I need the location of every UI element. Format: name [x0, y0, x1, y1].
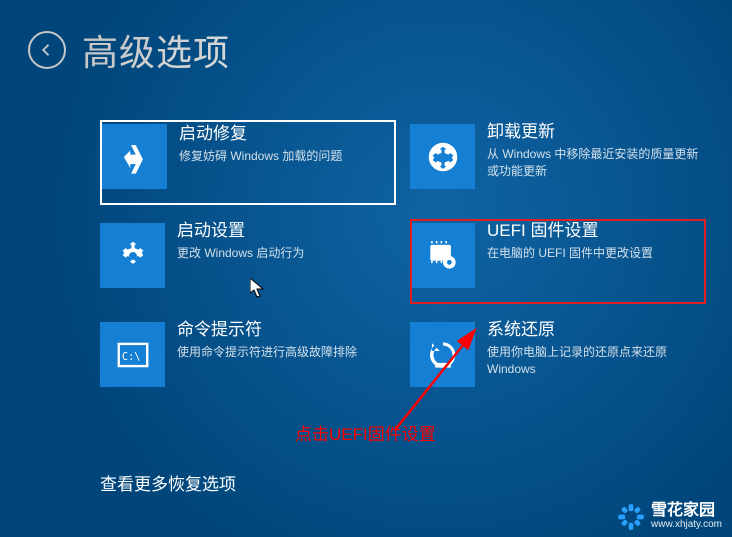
tile-startup-settings[interactable]: 启动设置 更改 Windows 启动行为: [100, 219, 396, 304]
more-options-link[interactable]: 查看更多恢复选项: [100, 470, 236, 495]
tile-title: 卸载更新: [487, 122, 706, 142]
watermark: 雪花家园 www.xhjaty.com: [617, 503, 722, 531]
startup-repair-icon: [102, 124, 167, 189]
command-prompt-icon: C:\: [100, 322, 165, 387]
tile-title: UEFI 固件设置: [487, 221, 706, 241]
tile-desc: 使用你电脑上记录的还原点来还原 Windows: [487, 344, 706, 378]
tile-startup-repair[interactable]: 启动修复 修复妨碍 Windows 加载的问题: [100, 120, 396, 205]
tile-desc: 在电脑的 UEFI 固件中更改设置: [487, 245, 706, 262]
tile-desc: 从 Windows 中移除最近安装的质量更新或功能更新: [487, 146, 706, 180]
tile-desc: 更改 Windows 启动行为: [177, 245, 396, 262]
annotation-text: 点击UEFI固件设置: [295, 420, 436, 445]
tile-desc: 使用命令提示符进行高级故障排除: [177, 344, 396, 361]
options-grid: 启动修复 修复妨碍 Windows 加载的问题 卸载更新 从 Windows 中…: [100, 120, 720, 417]
tile-system-restore[interactable]: 系统还原 使用你电脑上记录的还原点来还原 Windows: [410, 318, 706, 403]
tile-uninstall-updates[interactable]: 卸载更新 从 Windows 中移除最近安装的质量更新或功能更新: [410, 120, 706, 205]
page-title: 高级选项: [82, 24, 230, 76]
tile-title: 系统还原: [487, 320, 706, 340]
tile-desc: 修复妨碍 Windows 加载的问题: [179, 148, 394, 165]
tile-title: 启动设置: [177, 221, 396, 241]
tile-command-prompt[interactable]: C:\ 命令提示符 使用命令提示符进行高级故障排除: [100, 318, 396, 403]
tile-title: 命令提示符: [177, 320, 396, 340]
uninstall-updates-icon: [410, 124, 475, 189]
watermark-logo-icon: [617, 503, 645, 531]
svg-text:C:\: C:\: [121, 350, 140, 362]
watermark-name: 雪花家园: [651, 503, 722, 520]
back-button[interactable]: [28, 31, 66, 69]
tile-uefi-firmware[interactable]: UEFI 固件设置 在电脑的 UEFI 固件中更改设置: [410, 219, 706, 304]
arrow-left-icon: [38, 41, 56, 59]
watermark-url: www.xhjaty.com: [651, 520, 722, 531]
startup-settings-icon: [100, 223, 165, 288]
uefi-firmware-icon: [410, 223, 475, 288]
tile-title: 启动修复: [179, 124, 394, 144]
system-restore-icon: [410, 322, 475, 387]
